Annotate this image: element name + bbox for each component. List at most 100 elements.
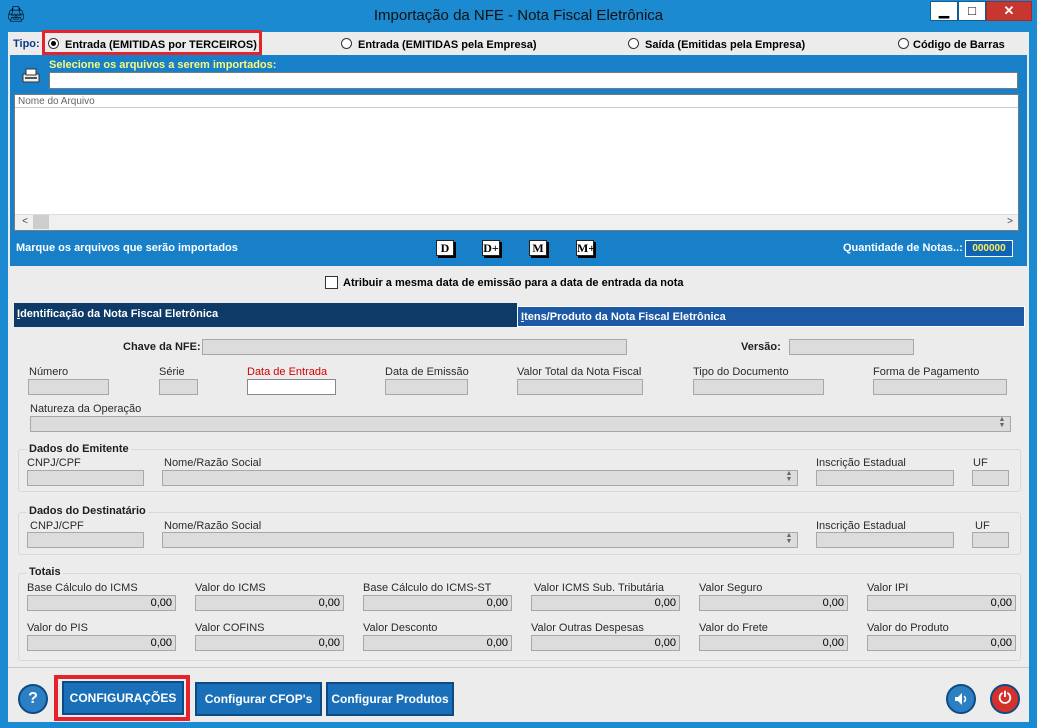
total-value[interactable]: 0,00 <box>531 595 680 611</box>
emitente-nome-arrow-icon[interactable]: ▲ ▼ <box>781 470 797 485</box>
radio-entrada-terceiros[interactable] <box>48 38 59 49</box>
data-entrada-field[interactable] <box>247 379 336 395</box>
total-value[interactable]: 0,00 <box>867 595 1016 611</box>
close-button[interactable]: ✕ <box>986 1 1032 21</box>
files-input[interactable] <box>49 72 1018 89</box>
radio-entrada-empresa[interactable] <box>341 38 352 49</box>
data-emissao-field[interactable] <box>385 379 468 395</box>
total-label: Base Cálculo do ICMS <box>27 582 138 594</box>
serie-label: Série <box>159 366 185 378</box>
total-label: Valor do PIS <box>27 622 88 634</box>
destinatario-uf-field[interactable] <box>972 532 1009 548</box>
valor-total-label: Valor Total da Nota Fiscal <box>517 366 642 378</box>
destinatario-ie-field[interactable] <box>816 532 954 548</box>
natureza-combo-arrow-icon[interactable]: ▲ ▼ <box>994 416 1010 431</box>
versao-label: Versão: <box>741 341 781 353</box>
destinatario-cnpj-label: CNPJ/CPF <box>30 520 84 532</box>
destinatario-nome-combo[interactable] <box>162 532 798 548</box>
data-entrada-label: Data de Entrada <box>247 366 328 378</box>
valor-total-field[interactable] <box>517 379 643 395</box>
power-button[interactable]: ⏻ <box>990 684 1020 714</box>
scroll-left-icon[interactable]: < <box>17 214 33 230</box>
tipo-documento-field[interactable] <box>693 379 824 395</box>
versao-field[interactable] <box>789 339 914 355</box>
emitente-ie-label: Inscrição Estadual <box>816 457 906 469</box>
total-value[interactable]: 0,00 <box>699 595 848 611</box>
radio-saida-empresa[interactable] <box>628 38 639 49</box>
total-value[interactable]: 0,00 <box>27 635 176 651</box>
tipo-documento-label: Tipo do Documento <box>693 366 789 378</box>
help-button[interactable]: ? <box>18 684 48 714</box>
natureza-label: Natureza da Operação <box>30 403 142 415</box>
total-value[interactable]: 0,00 <box>531 635 680 651</box>
destinatario-ie-label: Inscrição Estadual <box>816 520 906 532</box>
file-list-header[interactable]: Nome do Arquivo <box>15 95 1018 108</box>
scroll-thumb[interactable] <box>33 215 49 229</box>
chave-field[interactable] <box>202 339 627 355</box>
minimize-button[interactable]: ▁ <box>930 1 958 21</box>
radio-label-entrada-terceiros: Entrada (EMITIDAS por TERCEIROS) <box>65 39 257 51</box>
destinatario-nome-label: Nome/Razão Social <box>164 520 262 532</box>
total-value[interactable]: 0,00 <box>195 635 344 651</box>
total-label: Valor do ICMS <box>195 582 266 594</box>
emitente-nome-combo[interactable] <box>162 470 798 486</box>
same-date-checkbox[interactable] <box>325 276 338 289</box>
scanner-icon[interactable] <box>22 68 40 84</box>
total-value[interactable]: 0,00 <box>363 635 512 651</box>
tipo-label: Tipo: <box>13 38 40 50</box>
mark-button-d-plus[interactable]: D+ <box>482 240 500 256</box>
total-label: Valor IPI <box>867 582 909 594</box>
totais-title: Totais <box>27 566 63 578</box>
files-select-label: Selecione os arquivos a serem importados… <box>49 59 277 71</box>
total-label: Valor do Frete <box>699 622 768 634</box>
destinatario-nome-arrow-icon[interactable]: ▲ ▼ <box>781 532 797 547</box>
numero-field[interactable] <box>28 379 109 395</box>
total-label: Valor Outras Despesas <box>531 622 644 634</box>
configurar-produtos-button[interactable]: Configurar Produtos <box>326 682 454 716</box>
destinatario-cnpj-field[interactable] <box>27 532 144 548</box>
serie-field[interactable] <box>159 379 198 395</box>
radio-label-entrada-empresa: Entrada (EMITIDAS pela Empresa) <box>358 39 537 51</box>
total-label: Valor Seguro <box>699 582 763 594</box>
forma-pagamento-field[interactable] <box>873 379 1007 395</box>
quantity-value: 000000 <box>965 240 1013 257</box>
total-label: Valor Desconto <box>363 622 438 634</box>
forma-pagamento-label: Forma de Pagamento <box>873 366 980 378</box>
radio-label-codigo-barras: Código de Barras <box>913 39 1005 51</box>
total-label: Base Cálculo do ICMS-ST <box>363 582 492 594</box>
total-value[interactable]: 0,00 <box>867 635 1016 651</box>
destinatario-uf-label: UF <box>975 520 990 532</box>
emitente-uf-field[interactable] <box>972 470 1009 486</box>
speaker-icon[interactable] <box>946 684 976 714</box>
total-value[interactable]: 0,00 <box>27 595 176 611</box>
maximize-button[interactable]: □ <box>958 1 986 21</box>
emitente-title: Dados do Emitente <box>27 443 131 455</box>
total-value[interactable]: 0,00 <box>363 595 512 611</box>
tab-itens-produto[interactable]: Itens/Produto da Nota Fiscal Eletrônica <box>517 306 1025 327</box>
window-title: Importação da NFE - Nota Fiscal Eletrôni… <box>373 7 664 24</box>
mark-button-m-plus[interactable]: M+ <box>576 240 595 256</box>
total-value[interactable]: 0,00 <box>699 635 848 651</box>
same-date-checkbox-label[interactable]: Atribuir a mesma data de emissão para a … <box>343 277 684 289</box>
emitente-nome-label: Nome/Razão Social <box>164 457 262 469</box>
mark-button-d[interactable]: D <box>436 240 454 256</box>
mark-button-m[interactable]: M <box>529 240 547 256</box>
radio-codigo-barras[interactable] <box>898 38 909 49</box>
emitente-cnpj-label: CNPJ/CPF <box>27 457 81 469</box>
scroll-right-icon[interactable]: > <box>1002 214 1018 230</box>
emitente-ie-field[interactable] <box>816 470 954 486</box>
file-list[interactable] <box>14 94 1019 231</box>
emitente-uf-label: UF <box>973 457 988 469</box>
total-label: Valor ICMS Sub. Tributária <box>534 582 665 594</box>
configuracoes-button[interactable]: CONFIGURAÇÕES <box>62 681 184 715</box>
numero-label: Número <box>29 366 69 378</box>
quantity-label: Quantidade de Notas..: <box>843 242 963 254</box>
emitente-cnpj-field[interactable] <box>27 470 144 486</box>
total-label: Valor COFINS <box>195 622 265 634</box>
configurar-cfop-button[interactable]: Configurar CFOP's <box>195 682 322 716</box>
total-value[interactable]: 0,00 <box>195 595 344 611</box>
horizontal-scrollbar[interactable] <box>15 214 1018 230</box>
mark-files-label: Marque os arquivos que serão importados <box>16 242 238 254</box>
natureza-combo[interactable] <box>30 416 1011 432</box>
tab-identificacao[interactable]: Identificação da Nota Fiscal Eletrônica <box>14 303 517 327</box>
